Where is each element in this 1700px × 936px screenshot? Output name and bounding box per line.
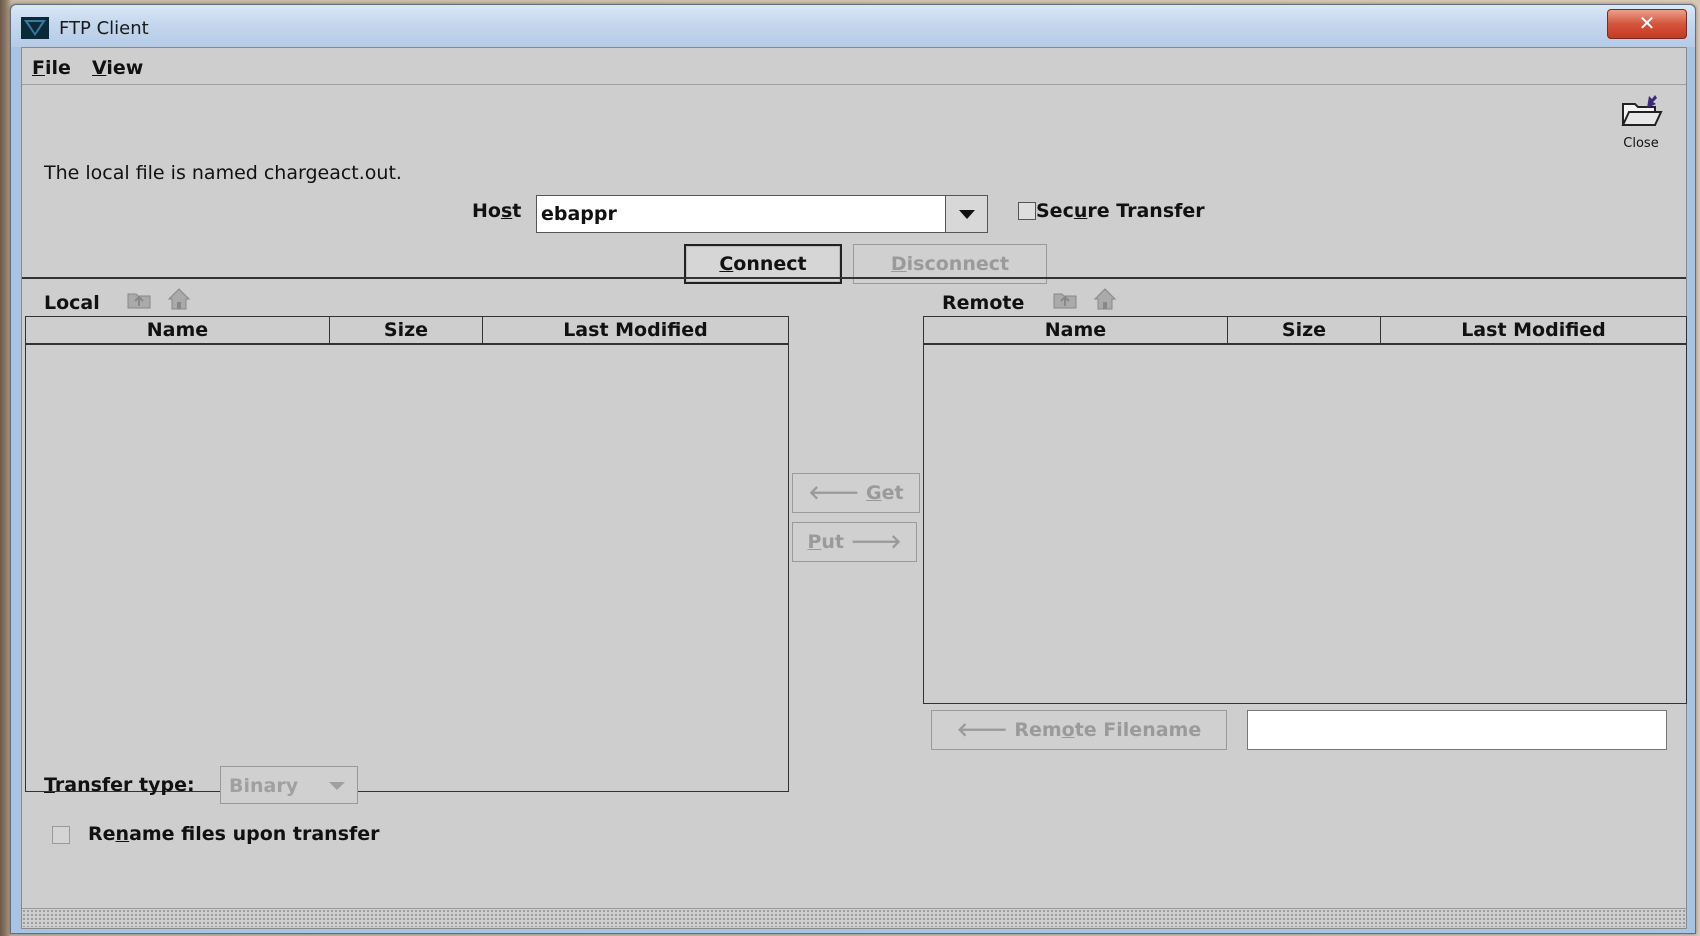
menu-bar: File View bbox=[22, 48, 1686, 85]
connect-rest: onnect bbox=[733, 253, 807, 275]
put-rest: ut bbox=[821, 531, 844, 553]
local-col-last-modified[interactable]: Last Modified bbox=[483, 317, 788, 343]
connect-mnemonic: C bbox=[719, 253, 734, 275]
chevron-down-icon bbox=[329, 782, 345, 790]
get-mnemonic: G bbox=[866, 482, 882, 504]
menu-file-mnemonic: F bbox=[32, 57, 45, 79]
toolbar-close-button[interactable]: Close bbox=[1613, 92, 1669, 154]
left-arrow-icon: 🡐 bbox=[956, 719, 1015, 741]
host-combobox[interactable]: ebappr bbox=[536, 195, 988, 233]
secure-transfer-label[interactable]: Secure Transfer bbox=[1036, 200, 1205, 222]
toolbar-close-label: Close bbox=[1623, 136, 1659, 151]
home-icon[interactable] bbox=[1092, 286, 1118, 312]
put-mnemonic: P bbox=[807, 531, 822, 553]
get-button[interactable]: 🡐 Get bbox=[792, 473, 920, 513]
status-bar bbox=[22, 908, 1686, 927]
remote-col-last-modified[interactable]: Last Modified bbox=[1381, 317, 1686, 343]
up-folder-icon[interactable] bbox=[1052, 286, 1078, 312]
menu-file[interactable]: File bbox=[32, 57, 71, 79]
up-folder-icon[interactable] bbox=[126, 286, 152, 312]
home-icon[interactable] bbox=[166, 286, 192, 312]
host-value[interactable]: ebappr bbox=[541, 203, 617, 225]
remote-filename-label: Remote Filename bbox=[1014, 719, 1202, 741]
menu-file-rest: ile bbox=[44, 57, 71, 79]
window-close-button[interactable]: ✕ bbox=[1607, 9, 1687, 39]
host-label: Host bbox=[472, 200, 522, 222]
menu-view-rest: iew bbox=[106, 57, 144, 79]
local-col-name[interactable]: Name bbox=[26, 317, 330, 343]
ftp-client-window: FTP Client ✕ File View Close The local f… bbox=[10, 4, 1696, 934]
rename-files-label[interactable]: Rename files upon transfer bbox=[88, 823, 380, 845]
secure-transfer-checkbox[interactable] bbox=[1018, 202, 1036, 220]
window-title: FTP Client bbox=[59, 18, 149, 39]
host-dropdown-button[interactable] bbox=[945, 196, 987, 232]
menu-view[interactable]: View bbox=[92, 57, 143, 79]
remote-col-name[interactable]: Name bbox=[924, 317, 1228, 343]
put-button[interactable]: Put 🡒 bbox=[792, 522, 917, 562]
disconnect-rest: isconnect bbox=[906, 253, 1010, 275]
remote-pane-label: Remote bbox=[942, 292, 1025, 314]
transfer-type-select[interactable]: Binary bbox=[220, 766, 358, 804]
transfer-type-label: Transfer type: bbox=[44, 774, 195, 796]
info-message: The local file is named chargeact.out. bbox=[44, 162, 402, 184]
title-bar[interactable]: FTP Client ✕ bbox=[11, 5, 1695, 47]
section-divider bbox=[22, 277, 1686, 279]
disconnect-mnemonic: D bbox=[890, 253, 907, 275]
menu-view-mnemonic: V bbox=[92, 57, 107, 79]
remote-file-table[interactable]: Name Size Last Modified bbox=[923, 316, 1687, 704]
remote-filename-button[interactable]: 🡐 Remote Filename bbox=[931, 710, 1227, 750]
app-icon bbox=[21, 17, 49, 39]
left-arrow-icon: 🡐 bbox=[808, 482, 866, 504]
local-pane-label: Local bbox=[44, 292, 100, 314]
local-table-header: Name Size Last Modified bbox=[26, 317, 788, 345]
client-area: File View Close The local file is named … bbox=[21, 47, 1687, 929]
local-file-table[interactable]: Name Size Last Modified bbox=[25, 316, 789, 792]
remote-col-size[interactable]: Size bbox=[1228, 317, 1381, 343]
get-rest: et bbox=[881, 482, 904, 504]
local-col-size[interactable]: Size bbox=[330, 317, 483, 343]
chevron-down-icon bbox=[959, 210, 975, 219]
remote-table-header: Name Size Last Modified bbox=[924, 317, 1686, 345]
rename-files-checkbox[interactable] bbox=[52, 826, 70, 844]
right-arrow-icon: 🡒 bbox=[843, 531, 902, 553]
remote-filename-input[interactable] bbox=[1247, 710, 1667, 750]
transfer-type-value: Binary bbox=[229, 775, 299, 797]
open-folder-icon bbox=[1621, 95, 1663, 126]
